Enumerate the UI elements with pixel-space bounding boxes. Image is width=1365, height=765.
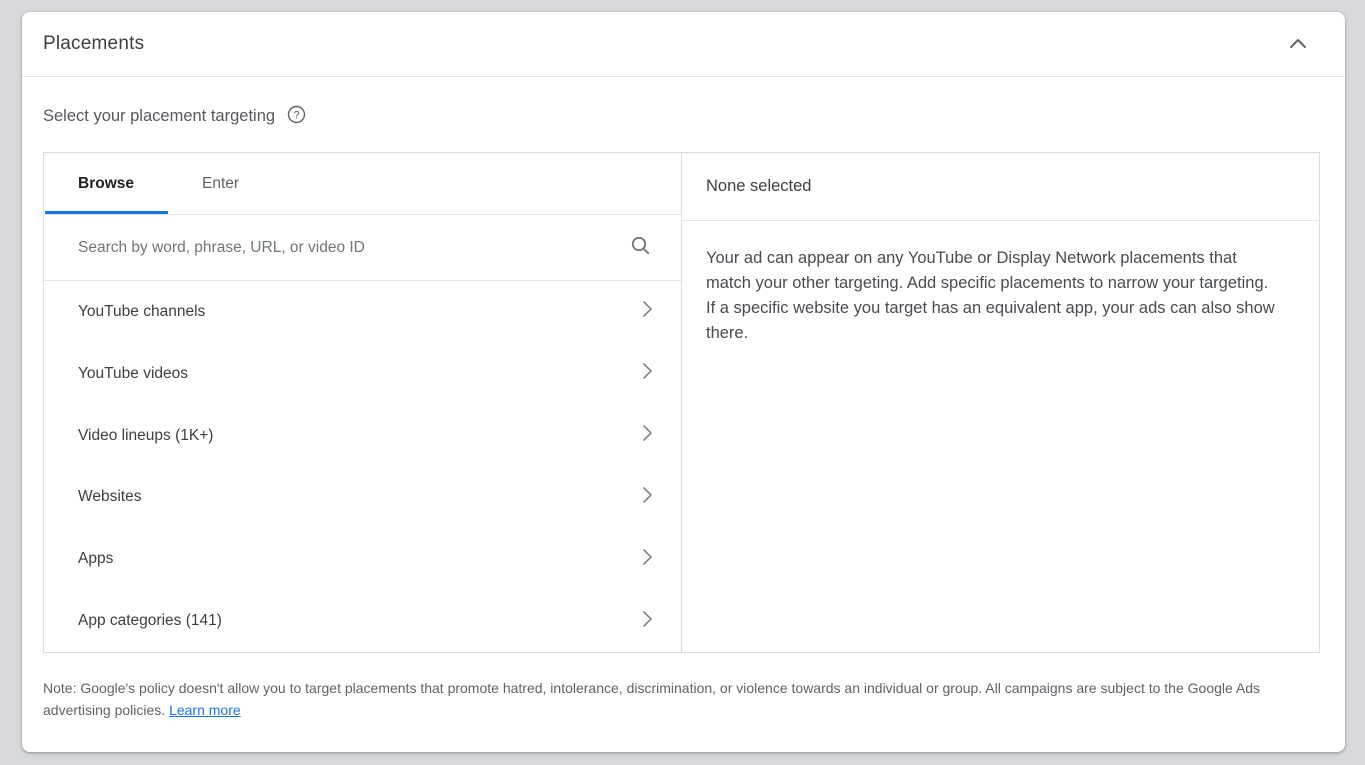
search-input[interactable] <box>78 239 630 257</box>
placements-card: Placements Select your placement targeti… <box>22 12 1345 752</box>
placement-picker: Browse Enter YouTube channels <box>43 152 1320 653</box>
list-item-label: Video lineups (1K+) <box>78 427 213 445</box>
chevron-right-icon <box>642 362 653 385</box>
list-item-label: App categories (141) <box>78 612 222 630</box>
policy-note: Note: Google's policy doesn't allow you … <box>43 677 1323 721</box>
selection-description: Your ad can appear on any YouTube or Dis… <box>706 246 1278 346</box>
chevron-right-icon <box>642 486 653 509</box>
section-label: Select your placement targeting <box>43 107 275 126</box>
list-item-websites[interactable]: Websites <box>44 466 681 528</box>
svg-text:?: ? <box>294 109 300 121</box>
tab-browse[interactable]: Browse <box>44 153 168 214</box>
chevron-right-icon <box>642 548 653 571</box>
chevron-up-icon <box>1289 37 1307 52</box>
browse-panel: Browse Enter YouTube channels <box>44 153 682 652</box>
search-row <box>44 215 681 281</box>
search-icon <box>630 235 651 261</box>
learn-more-link[interactable]: Learn more <box>169 702 241 718</box>
list-item-app-categories[interactable]: App categories (141) <box>44 590 681 652</box>
list-item-label: YouTube channels <box>78 303 205 321</box>
tab-enter[interactable]: Enter <box>168 153 273 214</box>
collapse-button[interactable] <box>1284 30 1312 58</box>
selection-status: None selected <box>682 153 1319 221</box>
chevron-right-icon <box>642 610 653 633</box>
chevron-right-icon <box>642 300 653 323</box>
list-item-youtube-channels[interactable]: YouTube channels <box>44 281 681 343</box>
help-icon: ? <box>287 105 306 127</box>
list-item-label: Websites <box>78 488 141 506</box>
tab-bar: Browse Enter <box>44 153 681 215</box>
help-button[interactable]: ? <box>287 105 306 127</box>
list-item-youtube-videos[interactable]: YouTube videos <box>44 343 681 405</box>
list-item-label: Apps <box>78 550 113 568</box>
card-header: Placements <box>22 12 1345 77</box>
chevron-right-icon <box>642 424 653 447</box>
browse-list: YouTube channels YouTube videos Video li… <box>44 281 681 652</box>
list-item-apps[interactable]: Apps <box>44 528 681 590</box>
list-item-label: YouTube videos <box>78 365 188 383</box>
selection-panel: None selected Your ad can appear on any … <box>682 153 1319 652</box>
subtitle-row: Select your placement targeting ? <box>43 105 1324 127</box>
list-item-video-lineups[interactable]: Video lineups (1K+) <box>44 405 681 467</box>
card-body: Select your placement targeting ? Browse… <box>22 105 1345 721</box>
page-title: Placements <box>43 33 144 55</box>
